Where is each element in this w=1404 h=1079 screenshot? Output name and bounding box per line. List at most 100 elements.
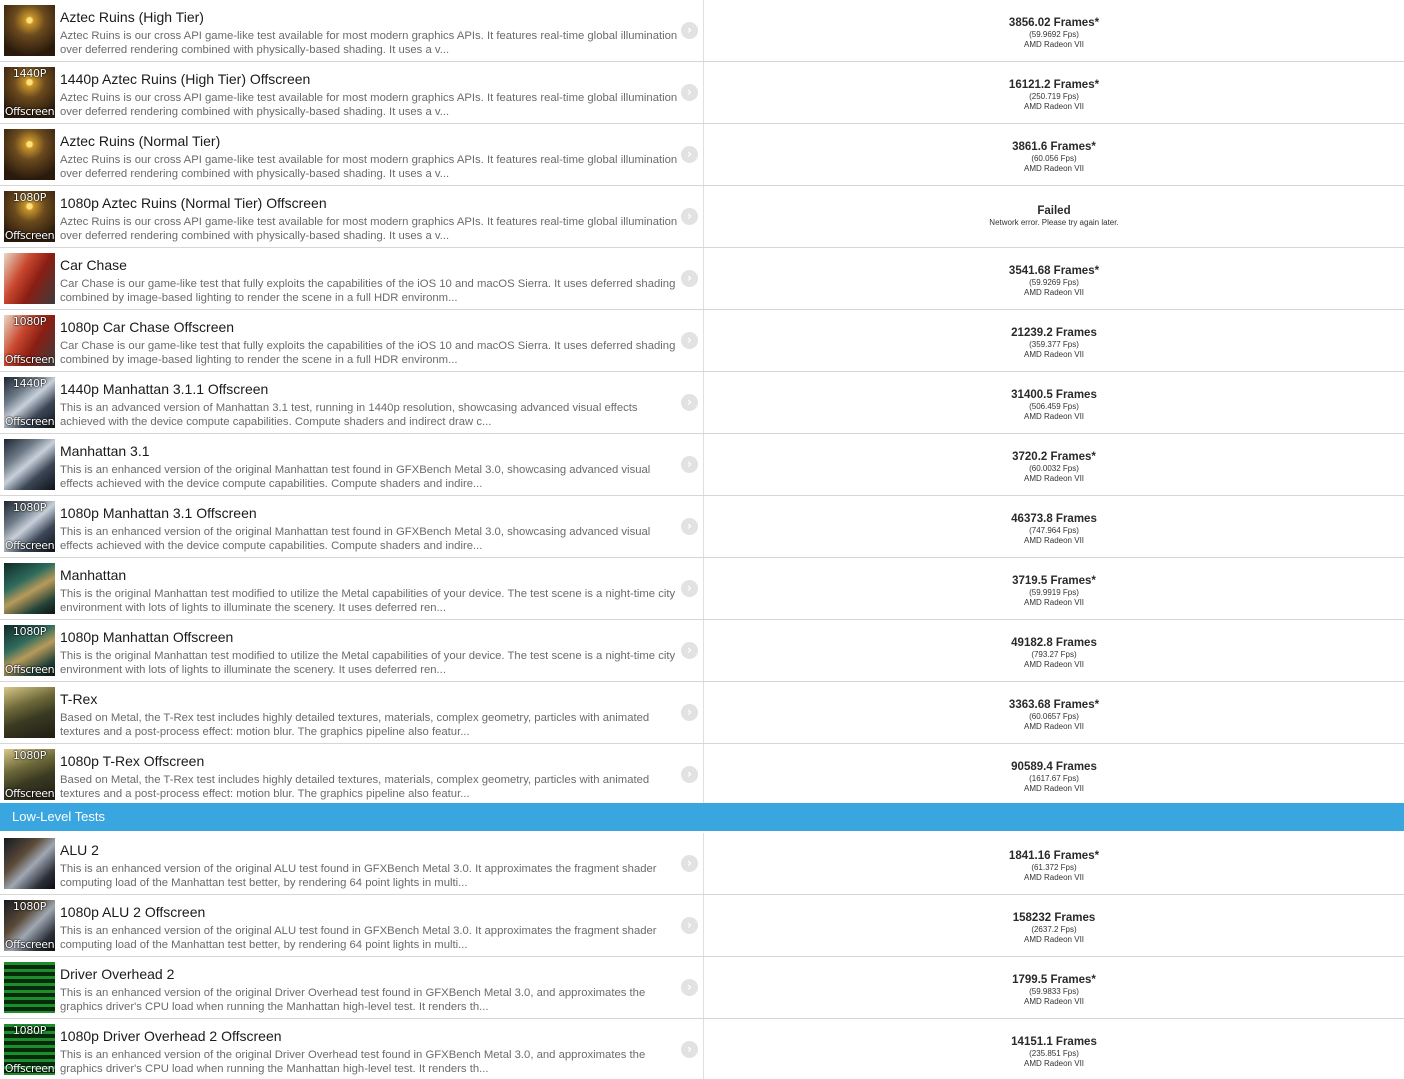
test-title: 1080p T-Rex Offscreen <box>60 753 205 769</box>
result-score: 90589.4 Frames <box>1011 761 1097 773</box>
test-row[interactable]: 1440P Offscreen 1440p Aztec Ruins (High … <box>0 62 1404 124</box>
result-device: AMD Radeon VII <box>1023 412 1085 421</box>
test-row[interactable]: Aztec Ruins (High Tier) Aztec Ruins is o… <box>0 0 1404 62</box>
chevron-right-icon[interactable]: › <box>681 22 698 39</box>
test-title: Driver Overhead 2 <box>60 966 175 982</box>
result-score: 16121.2 Frames* <box>1008 79 1100 91</box>
test-row[interactable]: 1080P Offscreen 1080p T-Rex Offscreen Ba… <box>0 744 1404 806</box>
chevron-right-icon[interactable]: › <box>681 766 698 783</box>
test-description: This is an enhanced version of the origi… <box>60 1049 646 1075</box>
test-thumbnail <box>4 687 55 738</box>
result-device: AMD Radeon VII <box>1023 1059 1085 1068</box>
result-fps: (59.9833 Fps) <box>1029 987 1079 996</box>
result-fps: (359.377 Fps) <box>1029 340 1079 349</box>
test-row[interactable]: 1080P Offscreen 1080p Manhattan 3.1 Offs… <box>0 496 1404 558</box>
result-fps: (250.719 Fps) <box>1029 92 1079 101</box>
result-fps: (59.9919 Fps) <box>1029 588 1079 597</box>
result-score: 14151.1 Frames <box>1011 1036 1097 1048</box>
result-fps: (59.9269 Fps) <box>1029 278 1079 287</box>
chevron-right-icon[interactable]: › <box>681 394 698 411</box>
result-device: AMD Radeon VII <box>1023 536 1085 545</box>
test-thumbnail: 1440P Offscreen <box>4 67 55 118</box>
test-title: T-Rex <box>60 691 98 707</box>
test-title: 1440p Aztec Ruins (High Tier) Offscreen <box>60 71 311 87</box>
section-header-low-level: Low-Level Tests <box>0 803 1404 831</box>
result-score: 3861.6 Frames* <box>1012 141 1096 153</box>
result-device: AMD Radeon VII <box>1023 164 1085 173</box>
result-fps: (59.9692 Fps) <box>1029 30 1079 39</box>
test-description: This is an enhanced version of the origi… <box>60 925 657 951</box>
test-title: Aztec Ruins (Normal Tier) <box>60 133 221 149</box>
chevron-right-icon[interactable]: › <box>681 1041 698 1058</box>
test-title: 1080p Driver Overhead 2 Offscreen <box>60 1028 282 1044</box>
chevron-right-icon[interactable]: › <box>681 456 698 473</box>
thumbnail-resolution-label: 1080P <box>12 749 47 762</box>
thumbnail-offscreen-label: Offscreen <box>4 787 55 800</box>
result-score: 1799.5 Frames* <box>1012 974 1096 986</box>
test-title: 1080p Manhattan Offscreen <box>60 629 234 645</box>
test-row[interactable]: 1080P Offscreen 1080p ALU 2 Offscreen Th… <box>0 895 1404 957</box>
thumbnail-offscreen-label: Offscreen <box>4 415 55 428</box>
test-thumbnail: 1080P Offscreen <box>4 315 55 366</box>
chevron-right-icon[interactable]: › <box>681 580 698 597</box>
test-row[interactable]: 1440P Offscreen 1440p Manhattan 3.1.1 Of… <box>0 372 1404 434</box>
chevron-right-icon[interactable]: › <box>681 642 698 659</box>
test-row[interactable]: Car Chase Car Chase is our game-like tes… <box>0 248 1404 310</box>
test-row[interactable]: ALU 2 This is an enhanced version of the… <box>0 833 1404 895</box>
thumbnail-resolution-label: 1440P <box>12 67 47 80</box>
test-row[interactable]: Aztec Ruins (Normal Tier) Aztec Ruins is… <box>0 124 1404 186</box>
result-device: AMD Radeon VII <box>1023 784 1085 793</box>
test-thumbnail: 1080P Offscreen <box>4 191 55 242</box>
thumbnail-resolution-label: 1440P <box>12 377 47 390</box>
test-row[interactable]: 1080P Offscreen 1080p Car Chase Offscree… <box>0 310 1404 372</box>
test-thumbnail: 1440P Offscreen <box>4 377 55 428</box>
test-title: Manhattan <box>60 567 127 583</box>
result-fps: (61.372 Fps) <box>1031 863 1077 872</box>
test-description: This is the original Manhattan test modi… <box>60 588 676 614</box>
result-score: 46373.8 Frames <box>1011 513 1097 525</box>
test-description: This is an advanced version of Manhattan… <box>60 402 638 428</box>
test-title: 1080p Aztec Ruins (Normal Tier) Offscree… <box>60 195 327 211</box>
result-device: AMD Radeon VII <box>1023 935 1085 944</box>
test-row[interactable]: Driver Overhead 2 This is an enhanced ve… <box>0 957 1404 1019</box>
chevron-right-icon[interactable]: › <box>681 84 698 101</box>
test-row[interactable]: 1080P Offscreen 1080p Driver Overhead 2 … <box>0 1019 1404 1079</box>
result-fps: (60.0032 Fps) <box>1029 464 1079 473</box>
test-title: ALU 2 <box>60 842 99 858</box>
test-row[interactable]: T-Rex Based on Metal, the T-Rex test inc… <box>0 682 1404 744</box>
result-fps: (60.056 Fps) <box>1031 154 1077 163</box>
test-row[interactable]: 1080P Offscreen 1080p Aztec Ruins (Norma… <box>0 186 1404 248</box>
chevron-right-icon[interactable]: › <box>681 917 698 934</box>
result-device: AMD Radeon VII <box>1023 40 1085 49</box>
test-row[interactable]: Manhattan 3.1 This is an enhanced versio… <box>0 434 1404 496</box>
test-thumbnail <box>4 563 55 614</box>
chevron-right-icon[interactable]: › <box>681 332 698 349</box>
chevron-right-icon[interactable]: › <box>681 270 698 287</box>
thumbnail-resolution-label: 1080P <box>12 501 47 514</box>
chevron-right-icon[interactable]: › <box>681 518 698 535</box>
chevron-right-icon[interactable]: › <box>681 855 698 872</box>
chevron-right-icon[interactable]: › <box>681 704 698 721</box>
test-description: Aztec Ruins is our cross API game-like t… <box>60 154 678 180</box>
result-fps: (235.851 Fps) <box>1029 1049 1079 1058</box>
test-title: 1080p Manhattan 3.1 Offscreen <box>60 505 257 521</box>
result-score: 3363.68 Frames* <box>1008 699 1100 711</box>
test-row[interactable]: Manhattan This is the original Manhattan… <box>0 558 1404 620</box>
chevron-right-icon[interactable]: › <box>681 146 698 163</box>
result-fps: (60.0657 Fps) <box>1029 712 1079 721</box>
thumbnail-resolution-label: 1080P <box>12 1024 47 1037</box>
result-fps: Network error. Please try again later. <box>989 218 1119 227</box>
result-fps: (747.964 Fps) <box>1029 526 1079 535</box>
test-description: This is the original Manhattan test modi… <box>60 650 676 676</box>
test-description: Car Chase is our game-like test that ful… <box>60 278 676 304</box>
chevron-right-icon[interactable]: › <box>681 208 698 225</box>
test-description: This is an enhanced version of the origi… <box>60 464 651 490</box>
test-title: Aztec Ruins (High Tier) <box>60 9 204 25</box>
chevron-right-icon[interactable]: › <box>681 979 698 996</box>
thumbnail-offscreen-label: Offscreen <box>4 539 55 552</box>
test-thumbnail: 1080P Offscreen <box>4 501 55 552</box>
test-description: Based on Metal, the T-Rex test includes … <box>60 712 650 738</box>
result-device: AMD Radeon VII <box>1023 598 1085 607</box>
test-row[interactable]: 1080P Offscreen 1080p Manhattan Offscree… <box>0 620 1404 682</box>
result-device: AMD Radeon VII <box>1023 873 1085 882</box>
